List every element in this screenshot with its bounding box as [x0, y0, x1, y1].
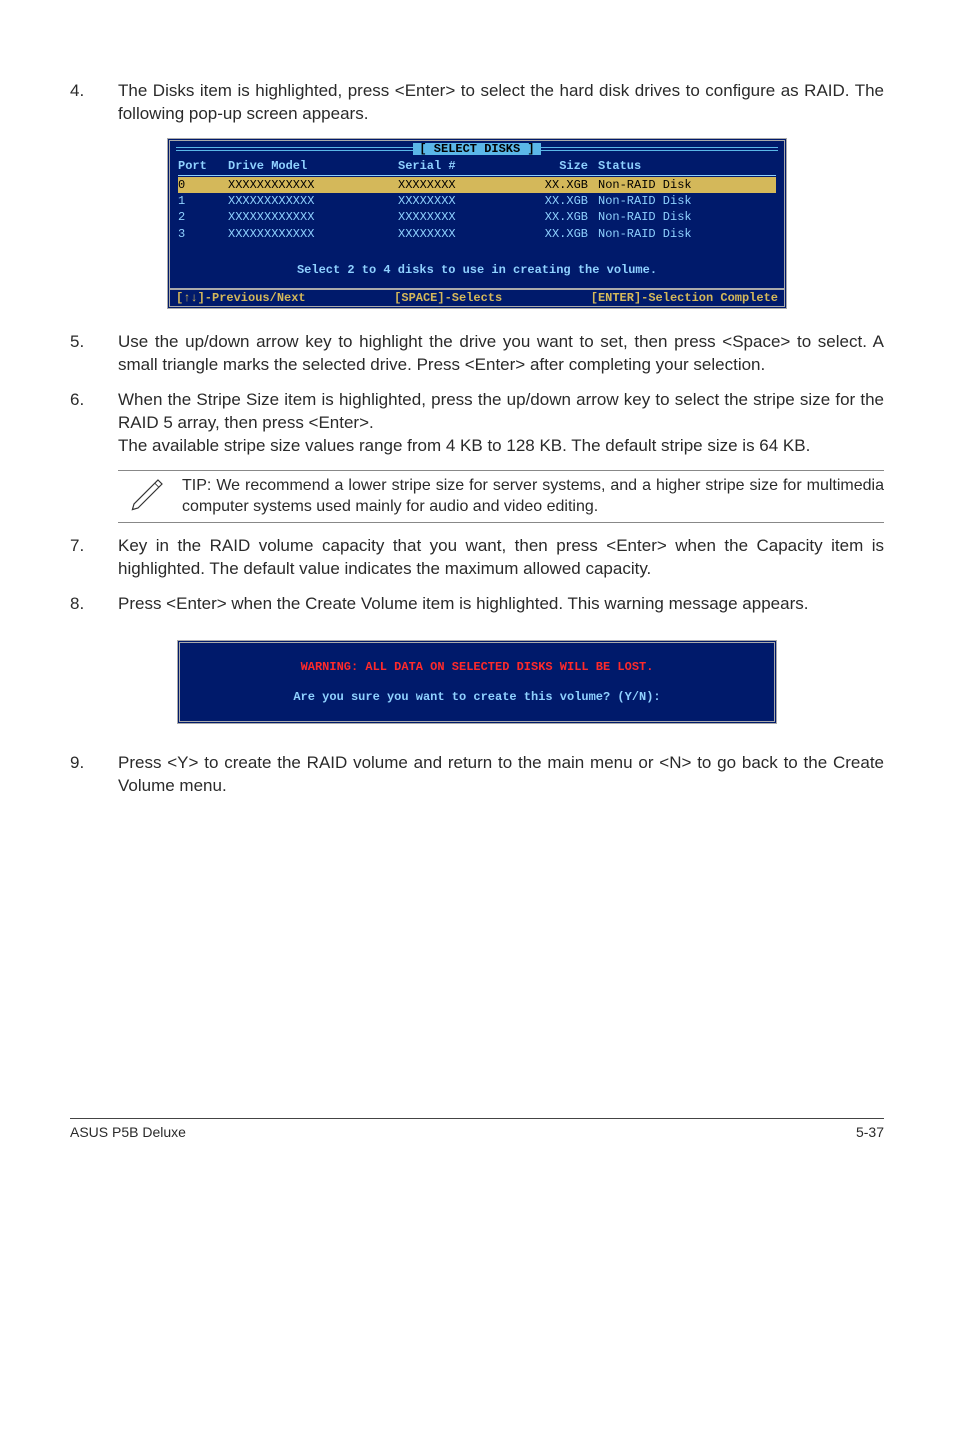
footer-space: [SPACE]-Selects — [394, 290, 502, 306]
page-footer: ASUS P5B Deluxe 5-37 — [70, 1118, 884, 1142]
step-8: 8. Press <Enter> when the Create Volume … — [70, 593, 884, 616]
step-text: The Disks item is highlighted, press <En… — [118, 80, 884, 126]
step-5: 5. Use the up/down arrow key to highligh… — [70, 331, 884, 377]
col-status: Status — [598, 158, 776, 174]
step-text: Use the up/down arrow key to highlight t… — [118, 331, 884, 377]
table-header: Port Drive Model Serial # Size Status — [178, 157, 776, 176]
footer-page-number: 5-37 — [856, 1123, 884, 1142]
terminal-title: [ SELECT DISKS ] — [413, 143, 540, 155]
warning-line2: Are you sure you want to create this vol… — [190, 689, 764, 705]
footer-enter: [ENTER]-Selection Complete — [591, 290, 778, 306]
step-text: Press <Y> to create the RAID volume and … — [118, 752, 884, 798]
footer-product: ASUS P5B Deluxe — [70, 1123, 186, 1142]
step-num: 7. — [70, 535, 118, 581]
table-row[interactable]: 0 XXXXXXXXXXXX XXXXXXXX XX.XGB Non-RAID … — [178, 177, 776, 193]
select-disks-terminal: [ SELECT DISKS ] Port Drive Model Serial… — [167, 138, 787, 309]
step-9: 9. Press <Y> to create the RAID volume a… — [70, 752, 884, 798]
step-num: 8. — [70, 593, 118, 616]
table-row[interactable]: 1 XXXXXXXXXXXX XXXXXXXX XX.XGB Non-RAID … — [178, 193, 776, 209]
table-row[interactable]: 3 XXXXXXXXXXXX XXXXXXXX XX.XGB Non-RAID … — [178, 226, 776, 242]
tip-text: TIP: We recommend a lower stripe size fo… — [174, 475, 884, 518]
step-num: 4. — [70, 80, 118, 126]
col-size: Size — [518, 158, 598, 174]
warning-line1: WARNING: ALL DATA ON SELECTED DISKS WILL… — [301, 660, 654, 674]
step-num: 6. — [70, 389, 118, 458]
col-port: Port — [178, 158, 228, 174]
footer-prevnext: [↑↓]-Previous/Next — [176, 290, 306, 306]
table-row[interactable]: 2 XXXXXXXXXXXX XXXXXXXX XX.XGB Non-RAID … — [178, 209, 776, 225]
warning-dialog: WARNING: ALL DATA ON SELECTED DISKS WILL… — [177, 640, 777, 724]
col-model: Drive Model — [228, 158, 398, 174]
step-text: Key in the RAID volume capacity that you… — [118, 535, 884, 581]
tip-callout: TIP: We recommend a lower stripe size fo… — [118, 470, 884, 523]
step-text: When the Stripe Size item is highlighted… — [118, 389, 884, 458]
step-num: 9. — [70, 752, 118, 798]
step-text: Press <Enter> when the Create Volume ite… — [118, 593, 884, 616]
step-4: 4. The Disks item is highlighted, press … — [70, 80, 884, 126]
step-6: 6. When the Stripe Size item is highligh… — [70, 389, 884, 458]
terminal-note: Select 2 to 4 disks to use in creating t… — [178, 262, 776, 278]
terminal-footer: [↑↓]-Previous/Next [SPACE]-Selects [ENTE… — [170, 288, 784, 306]
col-serial: Serial # — [398, 158, 518, 174]
terminal-title-row: [ SELECT DISKS ] — [170, 141, 784, 153]
step-7: 7. Key in the RAID volume capacity that … — [70, 535, 884, 581]
pencil-icon — [118, 475, 174, 518]
step-num: 5. — [70, 331, 118, 377]
